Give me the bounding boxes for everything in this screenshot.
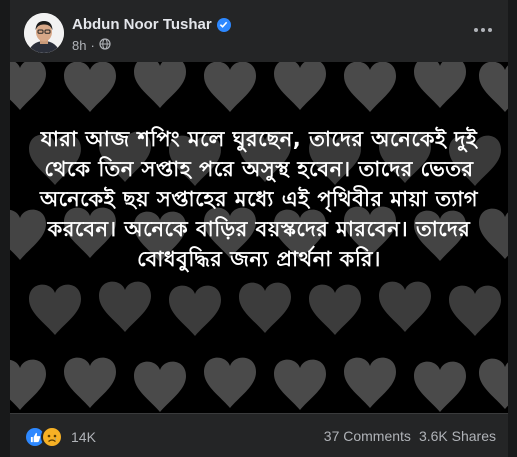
meta-separator: · xyxy=(90,38,95,53)
author-name[interactable]: Abdun Noor Tushar xyxy=(72,16,212,33)
reactions-summary[interactable]: 14K xyxy=(24,426,96,448)
avatar-image xyxy=(24,13,64,53)
reaction-count: 14K xyxy=(71,429,96,445)
post-text: যারা আজ শপিং মলে ঘুরছেন, তাদের অনেকেই দু… xyxy=(39,127,479,271)
author-avatar[interactable] xyxy=(24,13,64,53)
post-stats: 37 Comments 3.6K Shares xyxy=(324,428,496,444)
author-name-row: Abdun Noor Tushar xyxy=(72,16,231,33)
post-meta: 8h · xyxy=(72,38,111,53)
post-footer: 14K 37 Comments 3.6K Shares xyxy=(10,413,508,457)
comments-count[interactable]: 37 Comments xyxy=(324,428,411,444)
post-time[interactable]: 8h xyxy=(72,38,86,53)
post-image[interactable]: যারা আজ শপিং মলে ঘুরছেন, তাদের অনেকেই দু… xyxy=(10,62,508,413)
post-header: Abdun Noor Tushar 8h · xyxy=(10,0,508,62)
post-card: Abdun Noor Tushar 8h · যারা আজ শপিং মলে … xyxy=(10,0,508,457)
sad-icon xyxy=(41,426,63,448)
more-options-icon[interactable] xyxy=(470,20,496,40)
verified-badge-icon xyxy=(216,17,231,32)
globe-icon xyxy=(99,38,111,53)
shares-count[interactable]: 3.6K Shares xyxy=(419,428,496,444)
